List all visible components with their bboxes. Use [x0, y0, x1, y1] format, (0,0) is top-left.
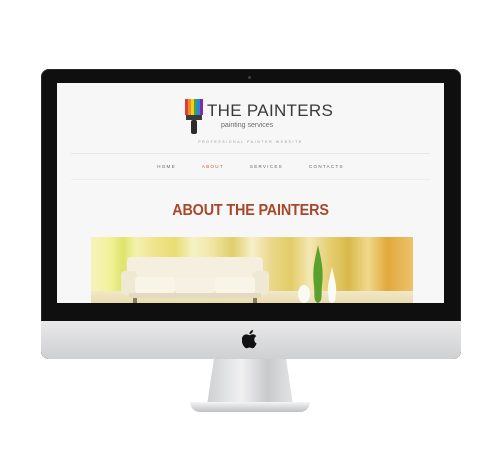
nav-item-contacts[interactable]: CONTACTS [309, 164, 344, 169]
apple-logo-icon [242, 330, 257, 349]
brand-title: THE PAINTERS [207, 101, 334, 120]
camera-icon [248, 76, 251, 79]
nav-item-home[interactable]: HOME [157, 164, 176, 169]
nav-item-services[interactable]: SERVICES [250, 164, 283, 169]
hero-image [91, 237, 413, 303]
vase-image [327, 267, 337, 303]
monitor-stand [207, 359, 293, 405]
site-logo[interactable]: THE PAINTERS painting services [185, 99, 333, 135]
page-title: ABOUT THE PAINTERS [172, 202, 329, 219]
brand-subtitle: painting services [221, 122, 274, 129]
sofa-image [121, 257, 269, 303]
paintbrush-logo-icon [185, 99, 203, 134]
nav-item-about[interactable]: ABOUT [202, 164, 224, 169]
website-screen: THE PAINTERS painting services PROFESSIO… [57, 83, 444, 303]
header-divider [71, 153, 430, 154]
main-nav: HOME ABOUT SERVICES CONTACTS [57, 164, 444, 169]
monitor-stand-base [190, 402, 310, 412]
site-tagline: PROFESSIONAL PAINTER WEBSITE [198, 140, 303, 144]
nav-divider [71, 179, 430, 180]
vase-image [298, 285, 310, 303]
